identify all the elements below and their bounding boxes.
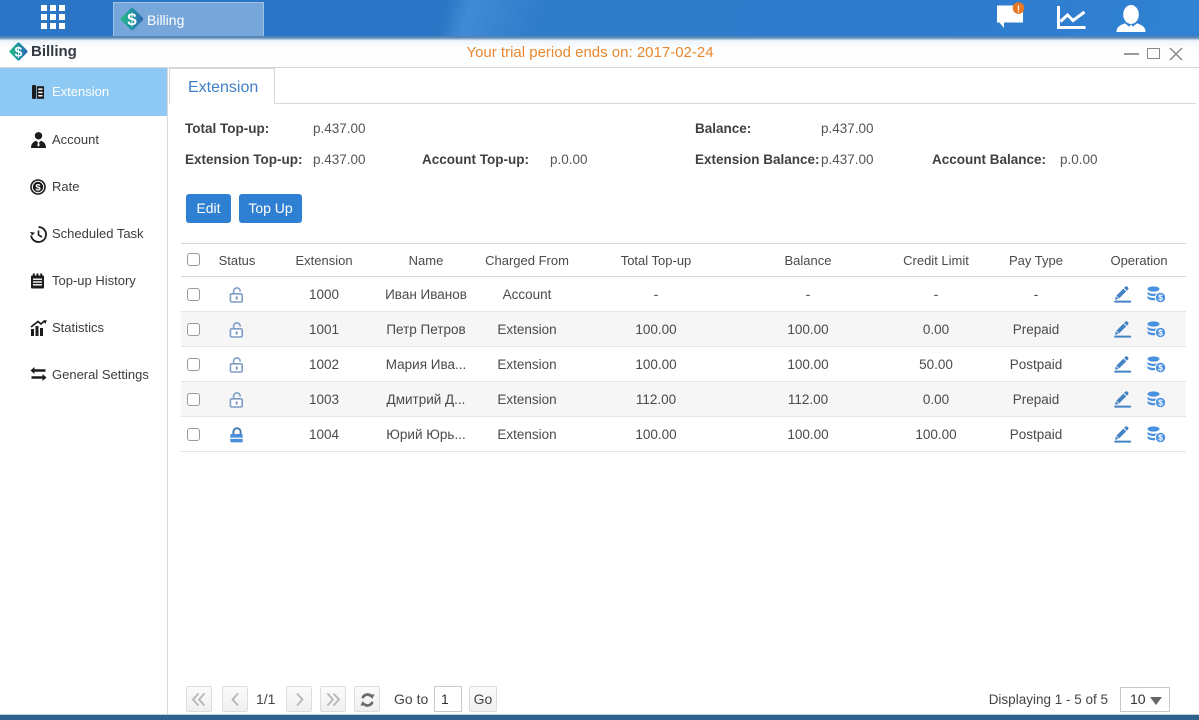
svg-text:$: $ [1158,397,1163,407]
svg-text:$: $ [1158,327,1163,337]
svg-text:$: $ [35,182,41,193]
svg-text:$: $ [127,10,137,29]
svg-text:$: $ [1158,362,1163,372]
svg-text:$: $ [1158,432,1163,442]
svg-text:$: $ [1158,292,1163,302]
svg-text:!: ! [1017,4,1020,15]
